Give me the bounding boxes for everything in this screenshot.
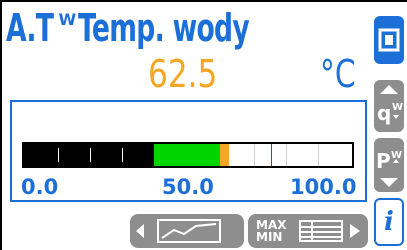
table-icon — [299, 220, 360, 242]
minmax-table-button[interactable]: MAX MIN — [248, 214, 368, 248]
channel-code-wrap: A.T W — [6, 6, 76, 50]
bargraph-tick — [58, 148, 59, 162]
min-label: MIN — [256, 230, 283, 244]
trend-view-button[interactable] — [130, 214, 244, 248]
bargraph-black-segment — [24, 144, 154, 166]
channel-code-superscript: W — [58, 10, 77, 29]
display-mode-button[interactable] — [374, 16, 404, 64]
svg-text:W: W — [391, 150, 402, 161]
screen-border-left — [0, 0, 2, 250]
bargraph — [22, 142, 354, 168]
pw-down-button[interactable]: q W — [374, 80, 404, 132]
screen-border-top — [0, 0, 407, 2]
arrow-up-pw-icon: q W — [377, 85, 403, 125]
svg-text:P: P — [376, 149, 391, 173]
scale-min-label: 0.0 — [21, 175, 59, 199]
bargraph-tick — [90, 148, 91, 162]
channel-title: Temp. wody — [78, 6, 250, 50]
info-icon: i — [384, 207, 394, 237]
info-button[interactable]: i — [374, 198, 404, 246]
scale-max-label: 100.0 — [290, 175, 357, 199]
minmax-label: MAX MIN — [256, 219, 286, 243]
scale-mid-label: 50.0 — [162, 175, 214, 199]
channel-header: A.T W Temp. wody — [6, 8, 322, 56]
bargraph-grid-line — [254, 144, 255, 166]
channel-code: A.T — [6, 6, 54, 50]
bargraph-panel: 0.0 50.0 100.0 — [10, 100, 367, 202]
svg-text:W: W — [392, 102, 403, 113]
arrow-down-pw-icon: P W — [376, 149, 402, 187]
trend-icon — [136, 219, 221, 243]
svg-text:q: q — [377, 101, 391, 125]
square-icon — [378, 28, 400, 52]
measured-value: 62.5 — [148, 52, 218, 96]
measurement-unit: °C — [320, 52, 356, 96]
bargraph-fill — [154, 144, 220, 166]
bargraph-grid-line — [286, 144, 287, 166]
pw-up-button[interactable]: P W — [374, 138, 404, 192]
bargraph-tick — [122, 148, 123, 162]
device-screen: A.T W Temp. wody 62.5 °C 0.0 50.0 100.0 — [0, 0, 407, 250]
bargraph-indicator — [220, 144, 229, 166]
bargraph-alarm-mark — [271, 144, 272, 166]
bargraph-grid-line — [318, 144, 319, 166]
